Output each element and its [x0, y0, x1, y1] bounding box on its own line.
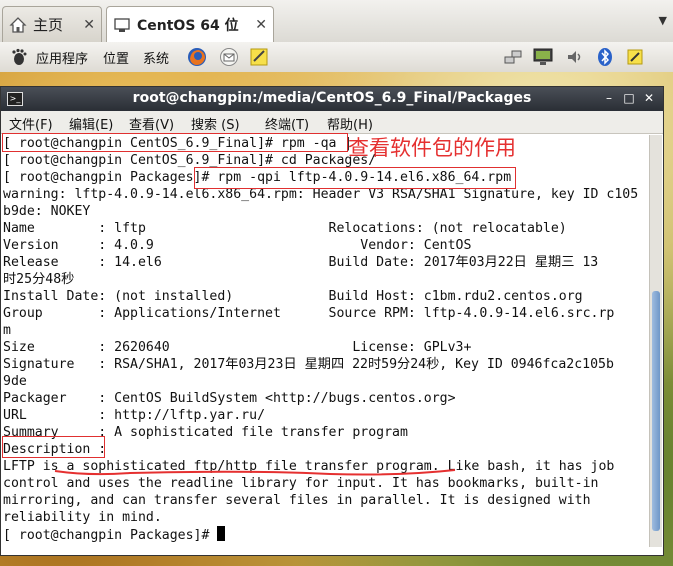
- tab-home[interactable]: 主页 ✕: [2, 6, 102, 42]
- terminal-line: Install Date: (not installed) Build Host…: [3, 289, 583, 304]
- menu-help[interactable]: 帮助(H): [327, 114, 373, 133]
- chevron-down-icon[interactable]: ▼: [659, 14, 667, 27]
- scrollbar-thumb[interactable]: [652, 291, 660, 531]
- menu-places[interactable]: 位置: [103, 48, 129, 67]
- annotation-text: 查看软件包的作用: [348, 136, 516, 160]
- maximize-icon[interactable]: □: [621, 90, 637, 106]
- terminal-line: 时25分48秒: [3, 272, 75, 287]
- menu-view[interactable]: 查看(V): [129, 114, 174, 133]
- notes-icon[interactable]: [248, 46, 270, 68]
- terminal-line: m: [3, 323, 11, 338]
- bluetooth-icon[interactable]: [594, 46, 616, 68]
- highlight-box-description: [2, 436, 105, 458]
- window-titlebar[interactable]: >_ root@changpin:/media/CentOS_6.9_Final…: [1, 87, 663, 111]
- home-icon: [9, 16, 27, 34]
- close-icon[interactable]: ✕: [83, 17, 95, 33]
- terminal-line: Group : Applications/Internet Source RPM…: [3, 306, 615, 321]
- terminal-line: Release : 14.el6 Build Date: 2017年03月22日…: [3, 255, 599, 270]
- highlight-box-first-command: [2, 133, 348, 152]
- tab-centos-label: CentOS 64 位: [137, 17, 239, 34]
- terminal-line: reliability in mind.: [3, 510, 162, 525]
- menu-applications[interactable]: 应用程序: [36, 48, 88, 67]
- gnome-foot-icon[interactable]: [8, 46, 30, 68]
- tab-home-label: 主页: [33, 16, 64, 34]
- terminal-line: Size : 2620640 License: GPLv3+: [3, 340, 472, 355]
- terminal-line: Name : lftp Relocations: (not relocatabl…: [3, 221, 567, 236]
- vm-icon: [113, 16, 131, 34]
- terminal-window: >_ root@changpin:/media/CentOS_6.9_Final…: [0, 86, 664, 556]
- terminal-output[interactable]: [ root@changpin CentOS_6.9_Final]# rpm -…: [3, 135, 647, 547]
- terminal-cursor: [217, 526, 226, 541]
- terminal-line: URL : http://lftp.yar.ru/: [3, 408, 266, 423]
- menu-edit[interactable]: 编辑(E): [69, 114, 113, 133]
- terminal-line: [ root@changpin CentOS_6.9_Final]# cd Pa…: [3, 153, 377, 168]
- tab-centos[interactable]: CentOS 64 位 ✕: [106, 6, 274, 42]
- close-icon[interactable]: ✕: [641, 90, 657, 106]
- menu-terminal[interactable]: 终端(T): [265, 114, 309, 133]
- scrollbar[interactable]: [649, 135, 662, 547]
- terminal-line: control and uses the readline library fo…: [3, 476, 599, 491]
- terminal-line: LFTP is a sophisticated ftp/http file tr…: [3, 459, 615, 474]
- menu-system[interactable]: 系统: [143, 48, 169, 67]
- minimize-icon[interactable]: –: [601, 90, 617, 106]
- terminal-line: Packager : CentOS BuildSystem <http://bu…: [3, 391, 456, 406]
- terminal-line: 9de: [3, 374, 27, 389]
- host-tab-bar: 主页 ✕ CentOS 64 位 ✕ ▼: [0, 0, 673, 43]
- highlight-box-rpm-command: [194, 167, 516, 189]
- volume-icon[interactable]: [564, 46, 586, 68]
- edit-icon[interactable]: [624, 46, 646, 68]
- terminal-line: warning: lftp-4.0.9-14.el6.x86_64.rpm: H…: [3, 187, 639, 202]
- gnome-top-panel: 应用程序 位置 系统: [0, 42, 673, 73]
- terminal-line: b9de: NOKEY: [3, 204, 91, 219]
- terminal-menubar: 文件(F) 编辑(E) 查看(V) 搜索 (S) 终端(T) 帮助(H): [1, 111, 663, 134]
- terminal-prompt: [ root@changpin Packages]#: [3, 528, 218, 543]
- terminal-line: Version : 4.0.9 Vendor: CentOS: [3, 238, 472, 253]
- terminal-line: mirroring, and can transfer several file…: [3, 493, 591, 508]
- mail-icon[interactable]: [218, 46, 240, 68]
- monitor-icon[interactable]: [532, 46, 554, 68]
- menu-file[interactable]: 文件(F): [9, 114, 53, 133]
- close-icon[interactable]: ✕: [255, 17, 267, 33]
- terminal-line: Signature : RSA/SHA1, 2017年03月23日 星期四 22…: [3, 357, 614, 372]
- firefox-icon[interactable]: [186, 46, 208, 68]
- network-icon[interactable]: [502, 46, 524, 68]
- menu-search[interactable]: 搜索 (S): [191, 114, 240, 133]
- window-title: root@changpin:/media/CentOS_6.9_Final/Pa…: [132, 90, 532, 106]
